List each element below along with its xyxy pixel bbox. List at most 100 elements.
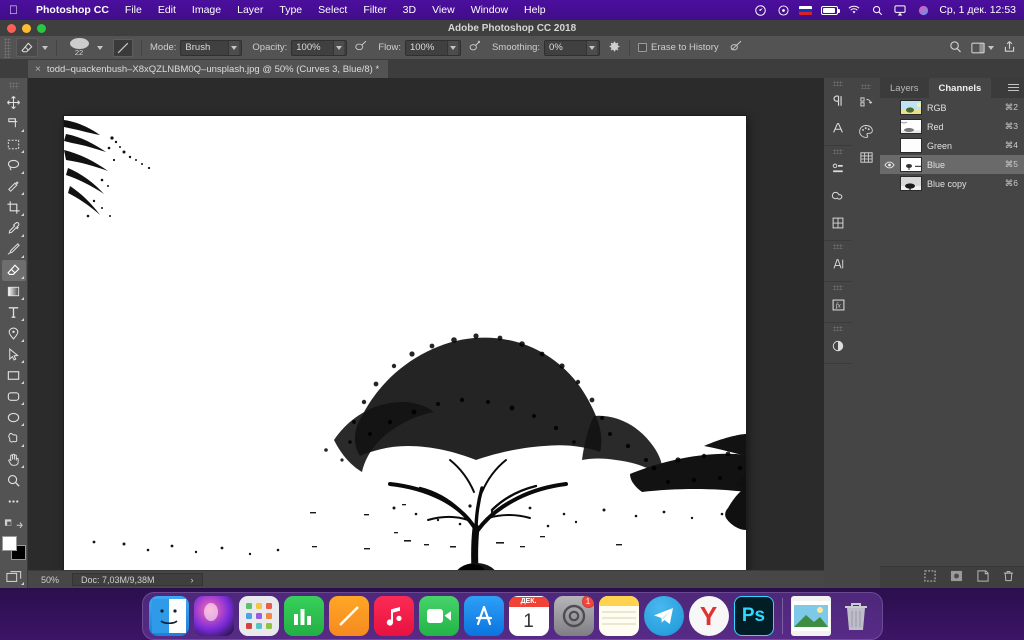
visibility-toggle[interactable] (884, 121, 895, 132)
brush-panel-toggle[interactable] (108, 36, 138, 60)
options-bar-grip[interactable] (4, 37, 11, 58)
dock-item-launchpad[interactable] (238, 596, 279, 636)
brush-preview[interactable]: 22 (65, 37, 93, 59)
menu-item-3d[interactable]: 3D (395, 4, 424, 16)
swatches-grid-icon[interactable] (852, 144, 880, 171)
save-selection-as-channel-icon[interactable] (950, 569, 963, 587)
dock-item-facetime[interactable] (418, 596, 459, 636)
brush-picker-chevron-down-icon[interactable] (97, 45, 103, 50)
smoothing-select[interactable]: 0% (544, 39, 601, 56)
menu-app-name[interactable]: Photoshop CC (28, 4, 117, 16)
move-tool[interactable] (2, 92, 26, 113)
smoothing-control[interactable]: Smoothing: 0% (487, 36, 626, 60)
load-channel-as-selection-icon[interactable] (924, 569, 936, 587)
eyedropper-tool[interactable] (2, 218, 26, 239)
opacity-select[interactable]: 100% (291, 39, 348, 56)
menu-item-type[interactable]: Type (271, 4, 310, 16)
menu-item-help[interactable]: Help (516, 4, 554, 16)
eraser-tool-icon[interactable] (16, 38, 38, 57)
zoom-level-field[interactable]: 50% (28, 575, 72, 585)
visibility-toggle[interactable] (884, 178, 895, 189)
edit-toolbar-tool[interactable] (2, 491, 26, 512)
crop-tool[interactable] (2, 197, 26, 218)
rectangle-tool[interactable] (2, 365, 26, 386)
document-tab[interactable]: × todd–quackenbush–X8xQZLNBM0Q–unsplash.… (28, 60, 389, 78)
dock-item-music[interactable] (373, 596, 414, 636)
erase-to-history-control[interactable]: Erase to History (633, 36, 724, 60)
tools-palette-grip[interactable] (8, 82, 19, 89)
zoom-tool[interactable] (2, 470, 26, 491)
character-icon[interactable] (824, 114, 852, 141)
rectangular-marquee-tool[interactable] (2, 134, 26, 155)
character-styles-icon[interactable] (824, 250, 852, 277)
channel-row-green[interactable]: Green ⌘4 (880, 136, 1024, 155)
layer-effects-fx-icon[interactable]: fx (824, 291, 852, 318)
dock-item-calendar[interactable]: ДЕК. 1 (508, 596, 549, 636)
eraser-tool[interactable] (1, 260, 26, 281)
menu-item-image[interactable]: Image (184, 4, 229, 16)
dock-item-siri[interactable] (193, 596, 234, 636)
timemachine-icon[interactable] (776, 4, 790, 17)
chevron-right-icon[interactable]: › (191, 575, 194, 585)
rail-grip[interactable] (833, 149, 843, 154)
visibility-toggle[interactable] (884, 159, 895, 170)
close-icon[interactable]: × (35, 64, 41, 75)
creative-cloud-libraries-icon[interactable] (824, 182, 852, 209)
menu-item-edit[interactable]: Edit (150, 4, 184, 16)
menu-bar-clock[interactable]: Ср, 1 дек. 12:53 (939, 4, 1016, 16)
tab-channels[interactable]: Channels (928, 78, 992, 98)
location-arrow-icon[interactable] (753, 4, 767, 17)
battery-charging-icon[interactable] (821, 5, 841, 15)
canvas-area[interactable]: 50% Doc: 7,03M/9,38M › (28, 78, 852, 588)
smoothing-airbrush-icon[interactable] (468, 39, 482, 56)
keyboard-flag-ru-icon[interactable] (799, 5, 813, 15)
rail-grip[interactable] (833, 244, 843, 249)
screen-mode-icon[interactable] (2, 566, 26, 587)
maximize-window-button[interactable] (37, 24, 46, 33)
quick-mask-mode-toggle[interactable] (2, 512, 26, 533)
dock-item-yandex-browser[interactable]: Y (688, 596, 729, 636)
history-icon[interactable] (852, 90, 880, 117)
chevron-down-icon[interactable] (228, 40, 240, 55)
search-icon[interactable] (949, 40, 962, 56)
minimize-window-button[interactable] (22, 24, 31, 33)
dock-item-app-store[interactable] (463, 596, 504, 636)
dock-item-notes[interactable] (328, 596, 369, 636)
flow-control[interactable]: Flow: 100% (373, 36, 487, 60)
chevron-down-icon[interactable] (333, 40, 345, 55)
dock-item-system-preferences[interactable]: 1 (553, 596, 594, 636)
document-canvas[interactable] (64, 116, 746, 574)
hand-tool[interactable] (2, 449, 26, 470)
paragraph-icon[interactable] (824, 87, 852, 114)
chevron-down-icon[interactable] (446, 40, 458, 55)
workspace-switcher-icon[interactable] (971, 42, 994, 54)
rail-grip[interactable] (833, 285, 843, 290)
visibility-toggle[interactable] (884, 140, 895, 151)
airbrush-pressure-icon[interactable] (354, 39, 368, 56)
channel-row-red[interactable]: Red ⌘3 (880, 117, 1024, 136)
erase-to-history-checkbox[interactable] (638, 43, 648, 52)
tool-preset-chevron-down-icon[interactable] (42, 45, 48, 50)
chevron-down-icon[interactable] (586, 40, 598, 55)
rounded-rectangle-tool[interactable] (2, 386, 26, 407)
type-tool[interactable] (2, 302, 26, 323)
adjustment-layer-icon[interactable] (824, 332, 852, 359)
panel-menu-icon[interactable] (1008, 84, 1019, 93)
menu-item-select[interactable]: Select (310, 4, 355, 16)
foreground-color-swatch[interactable] (1, 536, 17, 551)
ellipse-tool[interactable] (2, 407, 26, 428)
dock-item-photoshop[interactable]: Ps (733, 596, 774, 636)
siri-icon[interactable] (916, 4, 930, 17)
adjustments-icon[interactable] (824, 209, 852, 236)
color-swatches-icon[interactable] (852, 117, 880, 144)
pen-tool[interactable] (2, 323, 26, 344)
brush-preset-picker[interactable]: 22 (60, 36, 108, 60)
lasso-tool[interactable] (2, 155, 26, 176)
tab-layers[interactable]: Layers (880, 78, 929, 98)
menu-item-window[interactable]: Window (463, 4, 516, 16)
wifi-icon[interactable] (847, 4, 861, 17)
channel-row-blue[interactable]: Blue ⌘5 (880, 155, 1024, 174)
new-channel-icon[interactable] (977, 569, 989, 587)
mode-select[interactable]: Brush (180, 39, 243, 56)
rail-grip[interactable] (861, 84, 871, 89)
